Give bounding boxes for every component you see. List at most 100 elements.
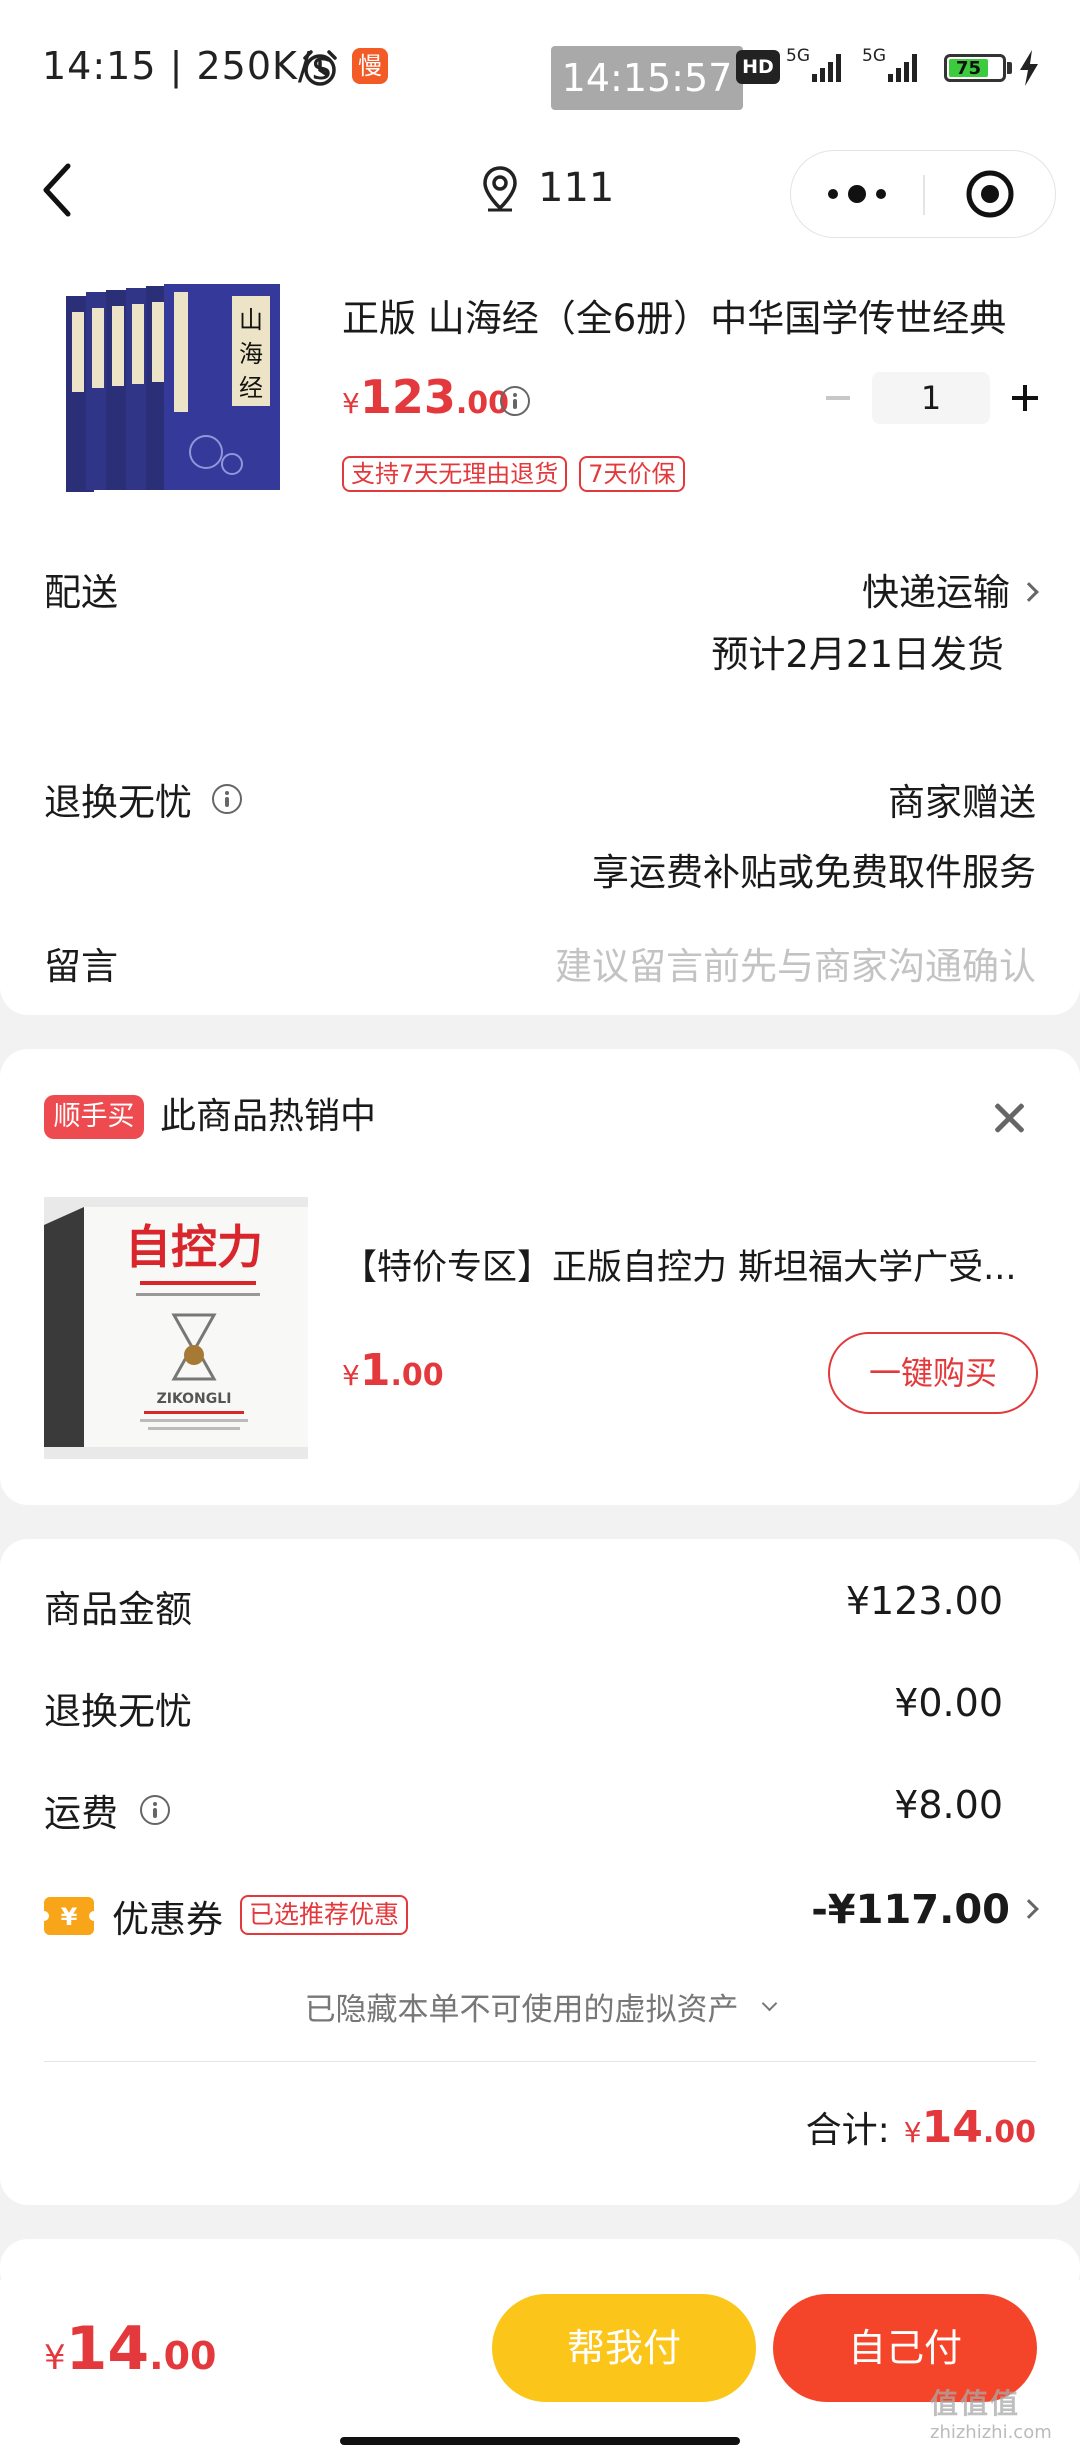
- minus-button[interactable]: [810, 373, 866, 423]
- alarm-icon: [303, 50, 337, 86]
- recommend-cover-sub: ZIKONGLI: [157, 1391, 232, 1407]
- svg-text:海: 海: [239, 340, 263, 368]
- total-symbol: ¥: [903, 2116, 922, 2149]
- product-price: ¥ 123 .00: [342, 370, 509, 424]
- close-icon[interactable]: [992, 1101, 1026, 1135]
- hidden-assets-text: 已隐藏本单不可使用的虚拟资产: [304, 1992, 739, 2028]
- more-dot: [848, 185, 866, 203]
- price-symbol: ¥: [342, 387, 360, 420]
- price-info-icon[interactable]: [500, 386, 530, 416]
- shipping-info-icon[interactable]: [140, 1795, 170, 1825]
- coupon-selector[interactable]: -¥117.00: [811, 1887, 1039, 1933]
- recommend-title: 此商品热销中: [160, 1096, 377, 1137]
- help-me-pay-button[interactable]: 帮我付: [492, 2294, 756, 2402]
- goods-amount-label: 商品金额: [44, 1588, 192, 1631]
- total-integer: 14: [921, 2102, 983, 2153]
- more-button[interactable]: [791, 151, 923, 237]
- divider: [44, 2061, 1036, 2062]
- hd-badge: HD: [736, 50, 780, 84]
- recommend-price-symbol: ¥: [342, 1359, 360, 1392]
- one-click-buy-button[interactable]: 一键购买: [828, 1332, 1038, 1414]
- price-protect-tag: 7天价保: [579, 456, 685, 492]
- recommend-cover-title: 自控力: [125, 1220, 263, 1274]
- status-time: 14:15 | 250K/s: [42, 44, 333, 88]
- battery-level: 75: [949, 59, 988, 78]
- recommend-badge: 顺手买: [44, 1095, 144, 1139]
- signal-label: 5G: [786, 46, 810, 66]
- summary-card: 商品金额 ¥123.00 退换无忧 ¥0.00 运费 ¥8.00 ¥ 优惠券 已…: [0, 1539, 1080, 2205]
- quantity-input[interactable]: 1: [872, 372, 990, 424]
- clock-overlay: 14:15:57: [551, 46, 743, 110]
- coupon-icon: ¥: [44, 1897, 94, 1935]
- home-indicator[interactable]: [340, 2437, 740, 2445]
- nav-bar: 111: [0, 130, 1080, 250]
- minus-icon: [826, 396, 850, 400]
- back-arrow-icon[interactable]: [30, 160, 90, 220]
- delivery-eta: 预计2月21日发货: [711, 633, 1004, 676]
- battery-icon: 75: [944, 54, 1006, 82]
- returns-fee-label: 退换无忧: [44, 1690, 192, 1733]
- returns-fee-value: ¥0.00: [894, 1681, 1003, 1725]
- returns-row: 退换无忧: [44, 772, 242, 826]
- recommend-card: 顺手买 此商品热销中 自控力 ZIKONGLI 【特价专区】正版自控力 斯坦福大…: [0, 1049, 1080, 1505]
- watermark-url: zhizhizhi.com: [930, 2422, 1052, 2443]
- svg-text:经: 经: [239, 374, 263, 402]
- nav-title: 111: [538, 165, 615, 211]
- signal-label-2: 5G: [862, 46, 886, 66]
- total-decimal: .00: [982, 2115, 1036, 2150]
- recommend-price-integer: 1: [359, 1345, 391, 1396]
- chevron-down-icon: [762, 1995, 778, 2012]
- battery-cap: [1007, 62, 1012, 74]
- delivery-method-text: 快递运输: [862, 571, 1010, 614]
- recommend-price-decimal: .00: [390, 1358, 444, 1393]
- app-badge: 慢: [352, 48, 388, 84]
- quantity-stepper: 1: [810, 372, 1052, 424]
- recommend-price: ¥ 1 .00: [342, 1345, 444, 1396]
- coupon-label: 优惠券: [112, 1898, 223, 1941]
- price-integer: 123: [359, 370, 456, 424]
- chevron-right-icon: [1019, 581, 1039, 602]
- product-tags: 支持7天无理由退货 7天价保: [342, 456, 697, 492]
- delivery-label: 配送: [44, 571, 118, 614]
- status-bar: 14:15 | 250K/s 慢 14:15:57 HD 5G 5G 75: [0, 0, 1080, 130]
- signal-icon-2: 5G: [862, 46, 926, 90]
- charging-icon: [1020, 50, 1038, 86]
- shipping-label: 运费: [44, 1792, 118, 1835]
- recommend-product-image[interactable]: 自控力 ZIKONGLI: [44, 1197, 308, 1459]
- close-target-icon: [966, 170, 1014, 218]
- checkout-page: 14:15 | 250K/s 慢 14:15:57 HD 5G 5G 75 山 …: [0, 0, 1080, 2460]
- goods-amount-value: ¥123.00: [845, 1579, 1003, 1623]
- shipping-row: 运费: [44, 1783, 170, 1837]
- bottom-price-symbol: ¥: [44, 2338, 66, 2378]
- nav-location[interactable]: 111: [480, 158, 614, 218]
- returns-value: 商家赠送: [888, 781, 1036, 824]
- returns-desc: 享运费补贴或免费取件服务: [592, 851, 1036, 894]
- bottom-price-integer: 14: [65, 2314, 150, 2384]
- svg-text:山: 山: [239, 306, 263, 334]
- chevron-right-icon: [1019, 1899, 1039, 1919]
- close-miniprogram-button[interactable]: [925, 151, 1055, 237]
- bottom-total-price: ¥ 14 .00: [44, 2314, 216, 2384]
- returns-label: 退换无忧: [44, 781, 192, 824]
- shipping-value: ¥8.00: [894, 1783, 1003, 1827]
- product-title[interactable]: 正版 山海经（全6册）中华国学传世经典: [342, 288, 1006, 342]
- more-dot: [876, 189, 886, 199]
- returns-info-icon[interactable]: [212, 784, 242, 814]
- return-policy-tag: 支持7天无理由退货: [342, 456, 568, 492]
- bottom-price-decimal: .00: [149, 2334, 217, 2378]
- coupon-value: -¥117.00: [811, 1887, 1010, 1933]
- coupon-recommend-tag: 已选推荐优惠: [240, 1895, 409, 1935]
- order-card: 山 海 经 正版 山海经（全6册）中华国学传世经典 ¥ 123 .00 1 支持…: [0, 210, 1080, 1015]
- total-label: 合计:: [805, 2110, 890, 2151]
- plus-button[interactable]: [996, 373, 1052, 423]
- product-image[interactable]: 山 海 经: [56, 282, 288, 498]
- delivery-method[interactable]: 快递运输: [862, 562, 1039, 616]
- location-pin-icon: [483, 166, 517, 212]
- bottom-action-bar: ¥ 14 .00 帮我付 自己付 值值值 zhizhizhi.com: [0, 2280, 1080, 2460]
- mini-program-capsule: [790, 150, 1056, 238]
- hidden-assets-toggle[interactable]: 已隐藏本单不可使用的虚拟资产: [0, 1984, 1080, 2029]
- message-input[interactable]: 建议留言前先与商家沟通确认: [555, 936, 1036, 990]
- recommend-item-title[interactable]: 【特价专区】正版自控力 斯坦福大学广受...: [342, 1239, 1032, 1290]
- total-row: 合计: ¥ 14 .00: [806, 2101, 1036, 2153]
- more-dot: [828, 189, 838, 199]
